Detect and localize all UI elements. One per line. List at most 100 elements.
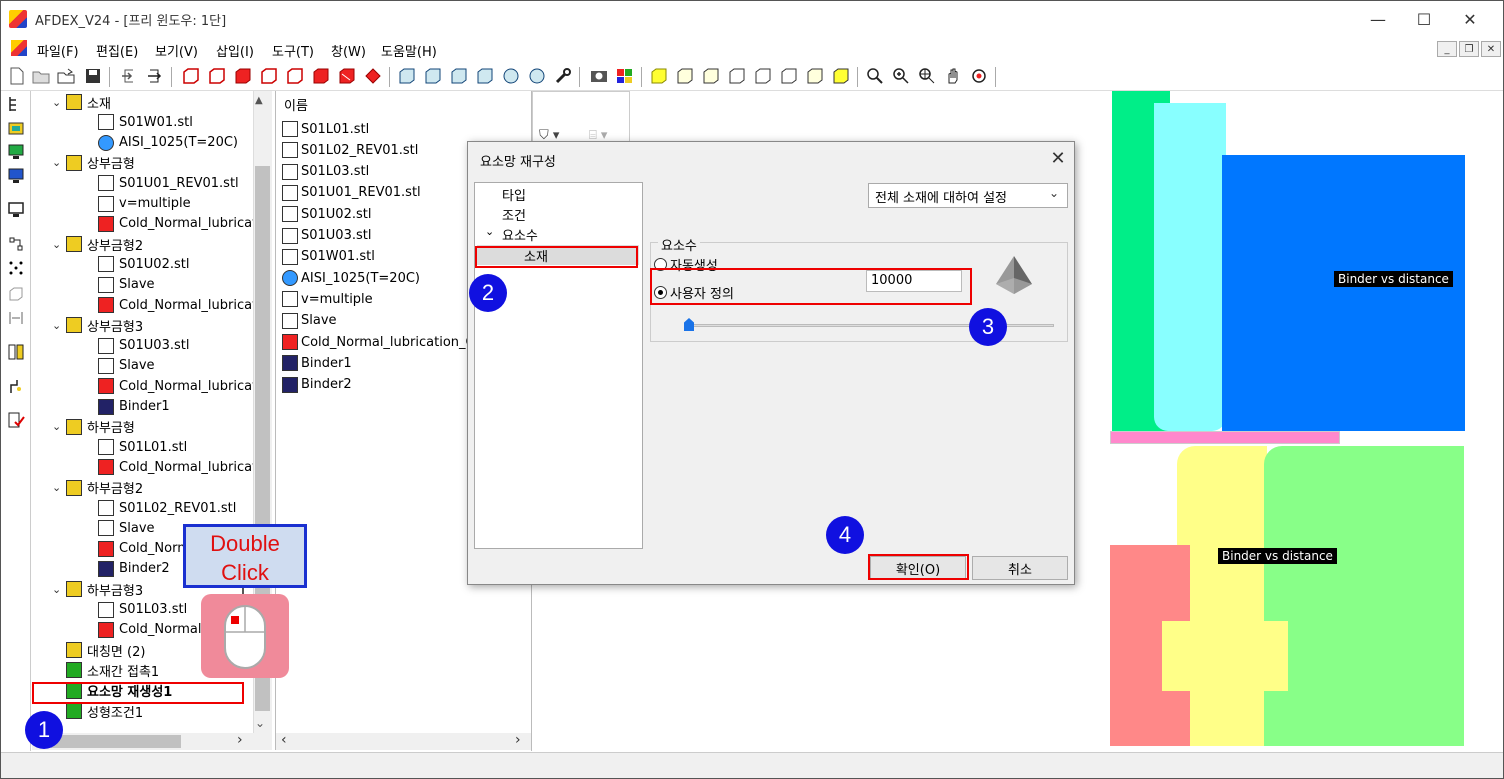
list-item[interactable]: Cold_Normal_lubrication_Co [282,332,483,352]
tree-node[interactable]: S01U03.stl [98,336,189,356]
list-item[interactable]: S01L03.stl [282,162,369,182]
scroll-down-icon[interactable]: ⌄ [255,716,265,730]
expand-chevron-icon[interactable]: ⌄ [52,319,66,332]
mdi-close-button[interactable]: ✕ [1481,41,1501,57]
tree-node[interactable]: Slave [98,356,155,376]
pan-hand-icon[interactable] [943,66,963,86]
cancel-button[interactable]: 취소 [972,556,1068,580]
new-file-icon[interactable] [7,66,27,86]
die-view-7-icon[interactable] [337,66,357,86]
open-file-icon[interactable] [31,66,51,86]
minimize-button[interactable]: — [1355,7,1401,31]
view-iso-4-icon[interactable] [475,66,495,86]
expand-chevron-icon[interactable]: ⌄ [52,96,66,109]
cube-view-7-icon[interactable] [831,66,851,86]
tree-node[interactable]: S01W01.stl [98,112,193,132]
node-edit-icon[interactable] [7,235,25,253]
tree-node[interactable]: ⌄ 상부금형2 [52,234,143,254]
list-item[interactable]: S01U01_REV01.stl [282,183,421,203]
tree-node[interactable]: Cold_Normal_lubrication [98,295,272,315]
box-outline-icon[interactable] [7,285,25,303]
list-item[interactable]: AISI_1025(T=20C) [282,268,420,288]
nav-type[interactable]: 타입 [502,185,526,204]
cube-view-1-icon[interactable] [675,66,695,86]
tree-node[interactable]: S01L02_REV01.stl [98,498,236,518]
cube-view-5-icon[interactable] [779,66,799,86]
split-view-icon[interactable] [7,343,25,361]
tree-node[interactable]: S01U01_REV01.stl [98,173,239,193]
list-item[interactable]: Binder2 [282,375,352,395]
tree-node[interactable]: 소재간 접촉1 [60,660,159,680]
maximize-button[interactable]: ☐ [1401,7,1447,31]
distance-icon[interactable] [7,309,25,327]
zoom-fit-icon[interactable] [865,66,885,86]
die-view-8-icon[interactable] [363,66,383,86]
tree-node[interactable]: AISI_1025(T=20C) [98,133,238,153]
list-item[interactable]: S01L02_REV01.stl [282,140,418,160]
tree-node[interactable]: S01U02.stl [98,254,189,274]
import-icon[interactable] [119,66,139,86]
list-item[interactable]: S01L01.stl [282,119,369,139]
export-icon[interactable] [144,66,164,86]
list-item[interactable]: S01W01.stl [282,247,375,267]
menu-view[interactable]: 보기(V) [155,41,198,60]
list-header-name[interactable]: 이름 [284,95,308,114]
tree-node[interactable]: ⌄ 하부금형3 [52,579,143,599]
tree-node[interactable]: Binder1 [98,397,170,417]
die-view-4-icon[interactable] [259,66,279,86]
tree-node[interactable]: 대칭면 (2) [60,640,145,660]
tree-node[interactable]: ⌄ 상부금형 [52,153,135,173]
cube-shaded-icon[interactable] [649,66,669,86]
list-item[interactable]: S01U02.stl [282,204,371,224]
monitor-icon[interactable] [7,143,25,161]
camera-icon[interactable] [589,66,609,86]
save-icon[interactable] [83,66,103,86]
display-settings-icon[interactable] [7,167,25,185]
tree-node[interactable]: Slave [98,518,155,538]
expand-chevron-icon[interactable]: ⌄ [52,420,66,433]
menu-window[interactable]: 창(W) [331,41,366,60]
view-rotate-1-icon[interactable] [501,66,521,86]
menu-insert[interactable]: 삽입(I) [216,41,254,60]
tree-node[interactable]: ⌄ 하부금형2 [52,478,143,498]
zoom-window-icon[interactable] [917,66,937,86]
scroll-right-icon[interactable]: › [237,732,243,748]
tree-node[interactable]: Binder2 [98,559,170,579]
dialog-close-icon[interactable]: ✕ [1046,146,1070,170]
mdi-restore-button[interactable]: ❐ [1459,41,1479,57]
menu-file[interactable]: 파일(F) [37,41,79,60]
list-item[interactable]: Slave [282,311,337,331]
tree-node[interactable]: S01L03.stl [98,600,187,620]
tree-node[interactable]: ⌄ 소재 [52,92,111,112]
view-iso-3-icon[interactable] [449,66,469,86]
die-view-6-icon[interactable] [311,66,331,86]
material-library-icon[interactable] [7,119,25,137]
tree-hscroll-thumb[interactable] [51,735,181,748]
probe-icon[interactable] [7,377,25,395]
palette-icon[interactable] [615,66,635,86]
cube-view-3-icon[interactable] [727,66,747,86]
tree-node[interactable]: ⌄ 상부금형3 [52,315,143,335]
menu-tools[interactable]: 도구(T) [272,41,314,60]
tree-view-icon[interactable] [7,95,25,113]
view-iso-1-icon[interactable] [397,66,417,86]
list-item[interactable]: Binder1 [282,353,352,373]
wrench-icon[interactable] [553,66,573,86]
tree-node[interactable]: 성형조건1 [60,701,143,721]
apply-scope-select[interactable]: 전체 소재에 대하여 설정 ⌄ [868,183,1068,208]
scroll-up-icon[interactable]: ▲ [255,95,263,106]
tree-node[interactable]: S01L01.stl [98,437,187,457]
die-view-5-icon[interactable] [285,66,305,86]
die-view-3-icon[interactable] [233,66,253,86]
checklist-icon[interactable] [7,411,25,429]
cube-view-4-icon[interactable] [753,66,773,86]
nav-condition[interactable]: 조건 [502,205,526,224]
view-iso-2-icon[interactable] [423,66,443,86]
list-scroll-right-icon[interactable]: › [515,732,521,748]
view-rotate-2-icon[interactable] [527,66,547,86]
close-button[interactable]: ✕ [1447,7,1493,31]
tree-node[interactable]: Slave [98,275,155,295]
cube-view-2-icon[interactable] [701,66,721,86]
list-horizontal-scrollbar[interactable] [275,733,531,750]
expand-chevron-icon[interactable]: ⌄ [52,156,66,169]
